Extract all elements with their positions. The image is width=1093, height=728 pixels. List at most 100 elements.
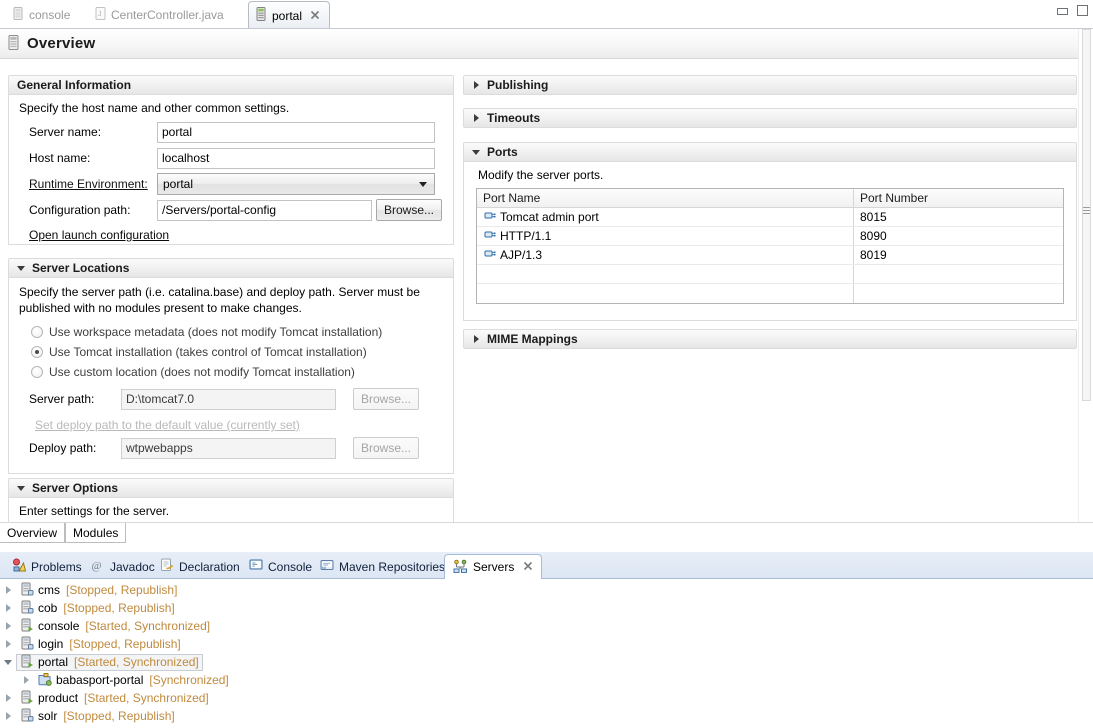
form-vertical-scrollbar[interactable] [1078, 29, 1093, 522]
table-row[interactable]: HTTP/1.1 8090 [477, 227, 1063, 246]
radio-use-workspace-metadata[interactable]: Use workspace metadata (does not modify … [17, 322, 445, 342]
view-tab-maven-repositories[interactable]: M Maven Repositories [312, 555, 453, 578]
column-header-port-number: Port Number [860, 191, 929, 205]
view-tab-declaration[interactable]: Declaration [152, 555, 248, 578]
view-tab-servers[interactable]: Servers [444, 554, 543, 579]
host-name-input[interactable] [157, 147, 435, 169]
server-name: cms [38, 583, 60, 597]
section-description: Specify the server path (i.e. catalina.b… [19, 285, 420, 315]
runtime-environment-combo[interactable]: portal [157, 173, 435, 195]
view-tab-label: Servers [473, 560, 515, 574]
collapse-arrow-icon[interactable] [0, 659, 16, 665]
runtime-environment-value: portal [163, 177, 194, 191]
expand-arrow-icon[interactable] [0, 640, 16, 648]
page-tab-modules[interactable]: Modules [65, 523, 127, 543]
section-title: Server Options [32, 481, 119, 495]
runtime-environment-link-label[interactable]: Runtime Environment: [17, 177, 157, 191]
port-number: 8019 [860, 248, 887, 262]
radio-use-custom-location[interactable]: Use custom location (does not modify Tom… [17, 362, 445, 382]
server-icon [8, 34, 20, 53]
port-number: 8090 [860, 229, 887, 243]
server-name-input[interactable] [157, 121, 435, 143]
radio-label: Use workspace metadata (does not modify … [49, 325, 383, 339]
editor-tab-console[interactable]: console [6, 2, 79, 28]
chevron-down-icon [17, 264, 26, 273]
tree-row-portal[interactable]: portal [Started, Synchronized] [0, 653, 1093, 671]
chevron-down-icon [419, 181, 427, 187]
server-icon [20, 582, 34, 599]
section-header-ports[interactable]: Ports [463, 142, 1077, 162]
configuration-path-input[interactable] [157, 199, 372, 221]
expand-arrow-icon[interactable] [18, 676, 34, 684]
deploy-path-input[interactable] [121, 437, 336, 459]
field-row-runtime-environment: Runtime Environment: portal [17, 173, 445, 195]
section-header-general-information[interactable]: General Information [8, 75, 454, 95]
set-deploy-path-link[interactable]: Set deploy path to the default value (cu… [35, 418, 300, 432]
section-header-timeouts[interactable]: Timeouts [463, 108, 1077, 128]
form-header: Overview [0, 29, 1093, 59]
column-header-port-name: Port Name [477, 189, 854, 207]
servers-icon [453, 559, 468, 576]
close-icon[interactable] [523, 560, 533, 574]
radio-icon-selected [31, 346, 43, 358]
tree-row-cob[interactable]: cob [Stopped, Republish] [0, 599, 1093, 617]
page-tab-overview[interactable]: Overview [0, 523, 66, 543]
minimize-button[interactable] [1056, 5, 1069, 16]
view-tab-label: Maven Repositories [339, 559, 446, 574]
view-tab-javadoc[interactable]: @ Javadoc [83, 555, 163, 578]
section-header-mime-mappings[interactable]: MIME Mappings [463, 329, 1077, 349]
section-server-locations: Server Locations Specify the server path… [8, 258, 454, 474]
section-description: Specify the host name and other common s… [19, 101, 290, 115]
port-name: AJP/1.3 [500, 248, 543, 262]
radio-icon [31, 366, 43, 378]
tree-row-login[interactable]: login [Stopped, Republish] [0, 635, 1093, 653]
section-header-server-locations[interactable]: Server Locations [8, 258, 454, 278]
server-name: portal [38, 655, 69, 669]
server-icon [20, 636, 34, 653]
field-row-server-path: Server path: Browse... [17, 388, 445, 410]
view-tab-problems[interactable]: Problems [4, 555, 90, 578]
tree-row-solr[interactable]: solr [Stopped, Republish] [0, 707, 1093, 725]
set-deploy-path-row: Set deploy path to the default value (cu… [17, 414, 445, 437]
tree-row-babasport-portal[interactable]: babasport-portal [Synchronized] [0, 671, 1093, 689]
section-title: MIME Mappings [487, 332, 578, 346]
open-launch-configuration-link[interactable]: Open launch configuration [29, 228, 169, 242]
configuration-path-browse-button[interactable]: Browse... [376, 199, 443, 221]
server-name-label: Server name: [29, 125, 102, 139]
table-row-empty[interactable] [477, 265, 1063, 284]
javadoc-icon: @ [91, 558, 105, 575]
editor-tab-centercontroller-java[interactable]: J CenterController.java [88, 2, 233, 28]
server-path-input[interactable] [121, 388, 336, 410]
deploy-path-browse-button[interactable]: Browse... [353, 437, 420, 459]
ports-table: Port Name Port Number Tomcat admin port … [476, 188, 1064, 304]
section-description: Enter settings for the server. [19, 504, 170, 518]
server-name: login [38, 637, 64, 651]
expand-arrow-icon[interactable] [0, 586, 16, 594]
maximize-button[interactable] [1076, 5, 1089, 16]
section-title: Server Locations [32, 261, 130, 275]
tree-row-cms[interactable]: cms [Stopped, Republish] [0, 581, 1093, 599]
expand-arrow-icon[interactable] [0, 604, 16, 612]
close-icon[interactable] [310, 9, 320, 23]
expand-arrow-icon[interactable] [0, 622, 16, 630]
module-name: babasport-portal [56, 673, 144, 687]
table-row[interactable]: AJP/1.3 8019 [477, 246, 1063, 265]
table-row[interactable]: Tomcat admin port 8015 [477, 208, 1063, 227]
server-name: solr [38, 709, 58, 723]
view-tab-console[interactable]: Console [241, 555, 320, 578]
tree-row-console[interactable]: console [Started, Synchronized] [0, 617, 1093, 635]
radio-label: Use custom location (does not modify Tom… [49, 365, 355, 379]
expand-arrow-icon[interactable] [0, 694, 16, 702]
editor-tab-portal[interactable]: portal [248, 1, 331, 29]
radio-use-tomcat-installation[interactable]: Use Tomcat installation (takes control o… [17, 342, 445, 362]
server-icon [13, 7, 24, 23]
server-path-browse-button[interactable]: Browse... [353, 388, 420, 410]
section-header-server-options[interactable]: Server Options [8, 478, 454, 498]
section-header-publishing[interactable]: Publishing [463, 75, 1077, 95]
expand-arrow-icon[interactable] [0, 712, 16, 720]
section-mime-mappings: MIME Mappings [463, 329, 1077, 349]
editor-tab-bar: console J CenterController.java portal [0, 0, 1093, 29]
table-row-empty[interactable] [477, 284, 1063, 303]
chevron-right-icon [472, 80, 481, 90]
tree-row-product[interactable]: product [Started, Synchronized] [0, 689, 1093, 707]
